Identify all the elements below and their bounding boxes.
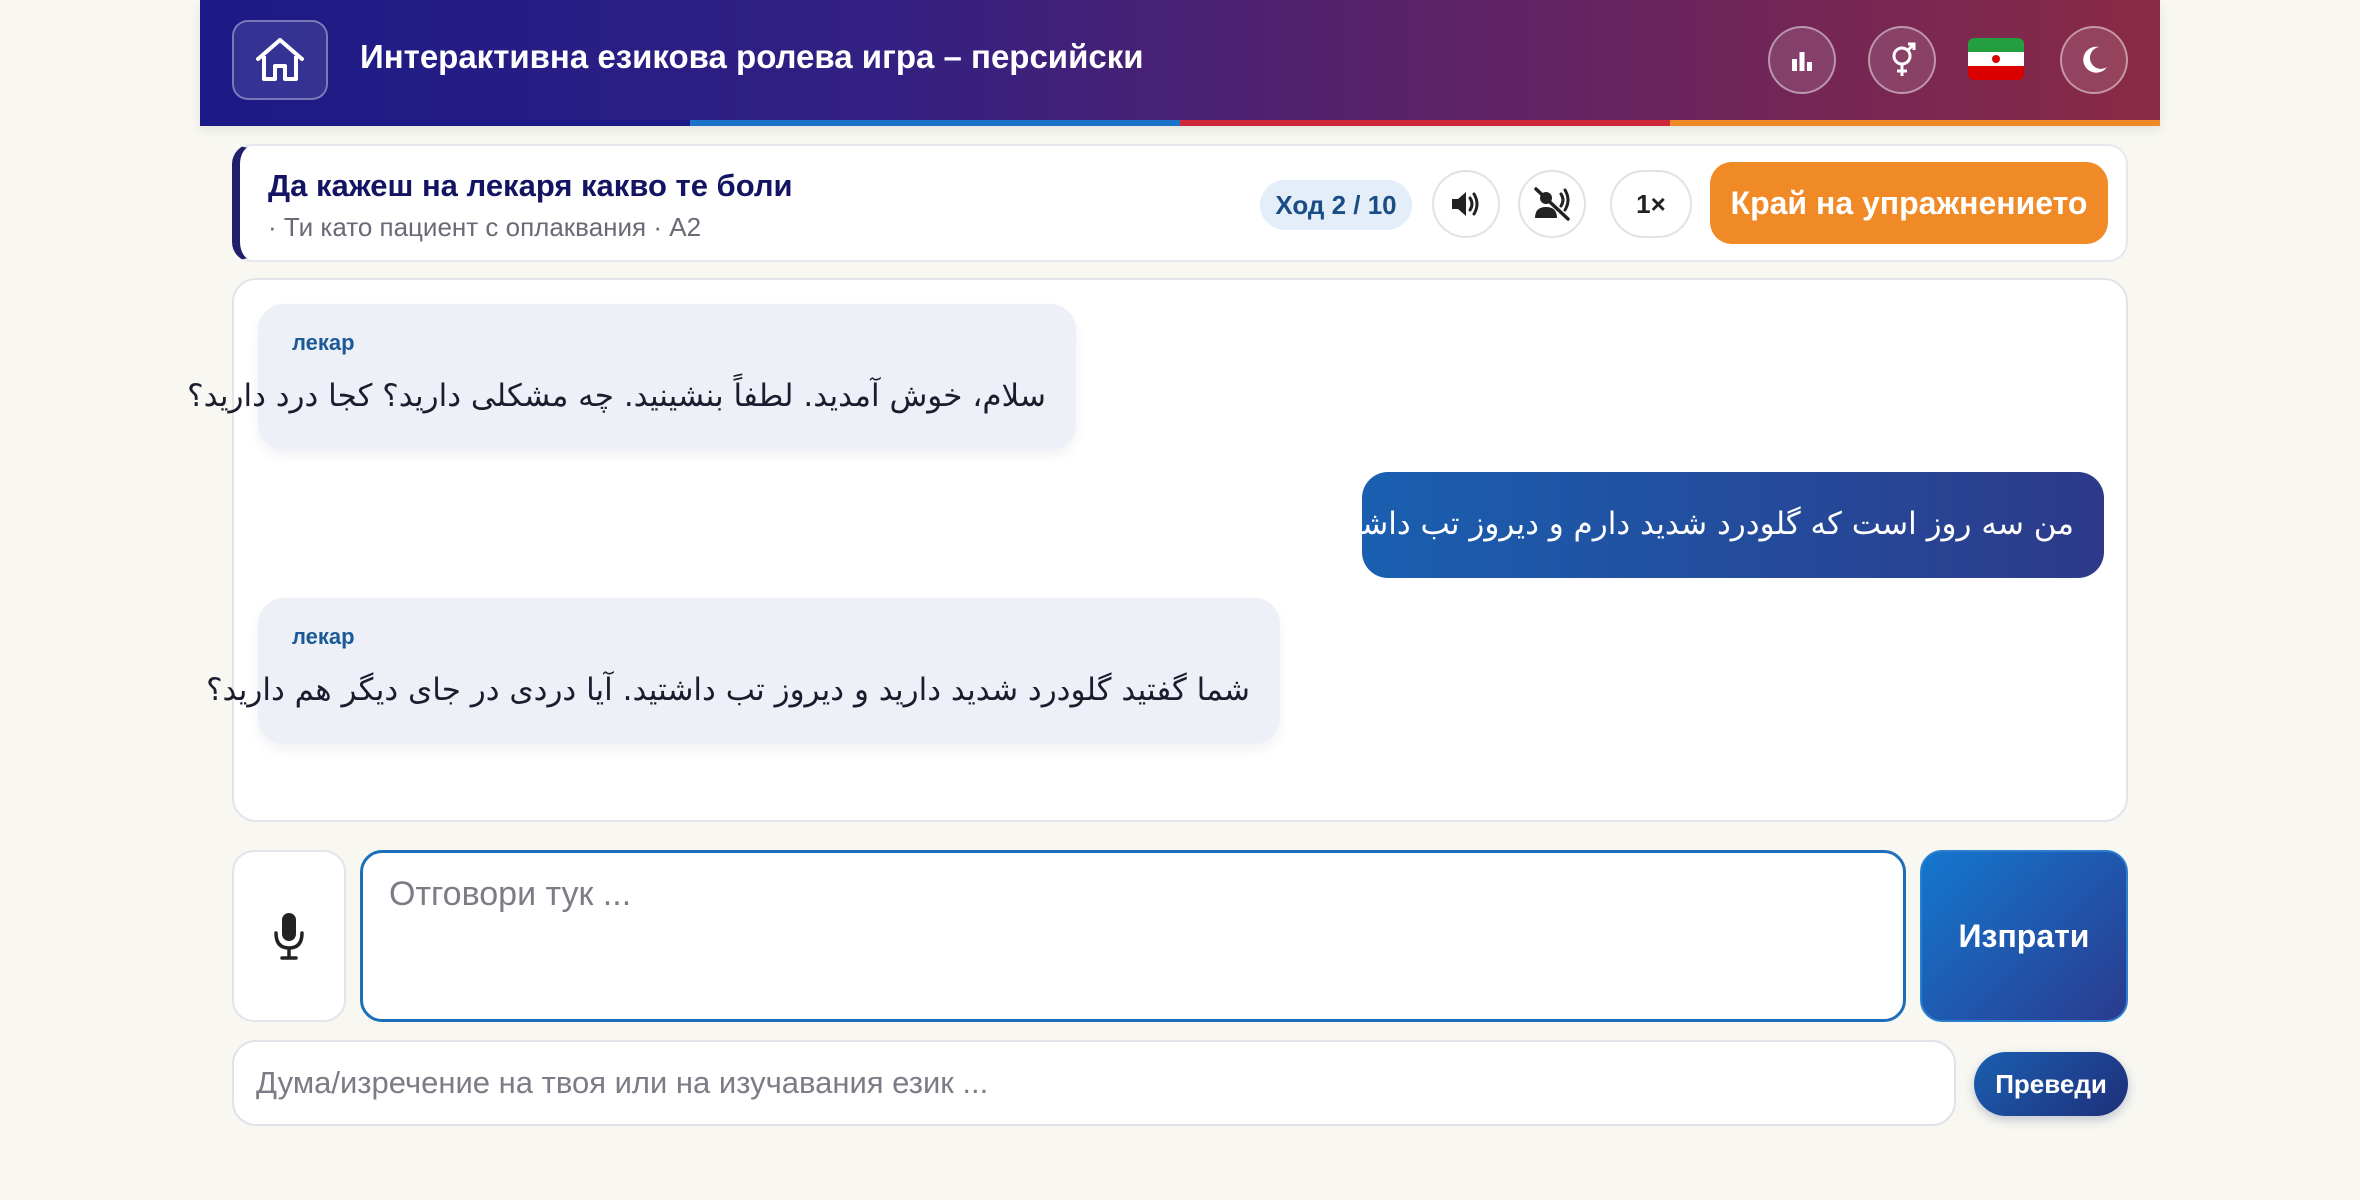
end-exercise-button[interactable]: Край на упражнението bbox=[1710, 162, 2108, 244]
stats-button[interactable] bbox=[1768, 26, 1836, 94]
speaker-icon bbox=[1452, 192, 1479, 216]
send-button[interactable]: Изпрати bbox=[1920, 850, 2128, 1022]
playback-speed-button[interactable]: 1× bbox=[1610, 170, 1692, 238]
message-text: من سه روز است که گلودرد شدید دارم و دیرو… bbox=[1322, 506, 2074, 542]
app-title: Интерактивна езикова ролева игра – перси… bbox=[360, 38, 1144, 75]
iran-flag-icon[interactable] bbox=[1968, 38, 2024, 80]
scenario-bar: Да кажеш на лекаря какво те боли · Ти ка… bbox=[232, 144, 2128, 262]
message-speaker-label: лекар bbox=[292, 330, 355, 355]
scenario-title: Да кажеш на лекаря какво те боли bbox=[268, 168, 793, 203]
microphone-button[interactable] bbox=[232, 850, 346, 1022]
home-icon bbox=[256, 38, 304, 81]
chat-message-bot: лекар شما گفتید گلودرد شدید دارید و دیرو… bbox=[206, 598, 1280, 744]
message-speaker-label: лекар bbox=[292, 624, 355, 649]
app-root: Интерактивна езикова ролева игра – перси… bbox=[0, 0, 2360, 1200]
home-button[interactable] bbox=[232, 20, 328, 100]
bar-chart-icon bbox=[1792, 52, 1812, 71]
gender-icon bbox=[1892, 42, 1916, 76]
turn-counter-badge: Ход 2 / 10 bbox=[1260, 180, 1412, 230]
gender-button[interactable] bbox=[1868, 26, 1936, 94]
app-header: Интерактивна езикова ролева игра – перси… bbox=[200, 0, 2160, 126]
microphone-icon bbox=[274, 913, 304, 960]
theme-toggle-button[interactable] bbox=[2060, 26, 2128, 94]
answer-input[interactable] bbox=[360, 850, 1906, 1022]
voice-off-icon bbox=[1534, 187, 1570, 221]
chat-panel: лекар سلام، خوش آمدید. لطفاً بنشینید. چه… bbox=[187, 278, 2128, 822]
translate-input[interactable] bbox=[232, 1040, 1956, 1126]
auto-speak-off-button[interactable] bbox=[1518, 170, 1586, 238]
chat-message-bot: лекар سلام، خوش آمدید. لطفاً بنشینید. چه… bbox=[187, 304, 1076, 450]
chat-message-user: من سه روز است که گلودرد شدید دارم و دیرو… bbox=[1322, 472, 2104, 578]
translate-button[interactable]: Преведи bbox=[1974, 1052, 2128, 1116]
header-color-stripe bbox=[200, 120, 2160, 126]
message-text: شما گفتید گلودرد شدید دارید و دیروز تب د… bbox=[206, 672, 1250, 708]
scenario-subtitle: · Ти като пациент с оплаквания · A2 bbox=[268, 212, 702, 242]
message-text: سلام، خوش آمدید. لطفاً بنشینید. چه مشکلی… bbox=[187, 378, 1046, 414]
speaker-button[interactable] bbox=[1432, 170, 1500, 238]
moon-icon bbox=[2083, 46, 2107, 73]
